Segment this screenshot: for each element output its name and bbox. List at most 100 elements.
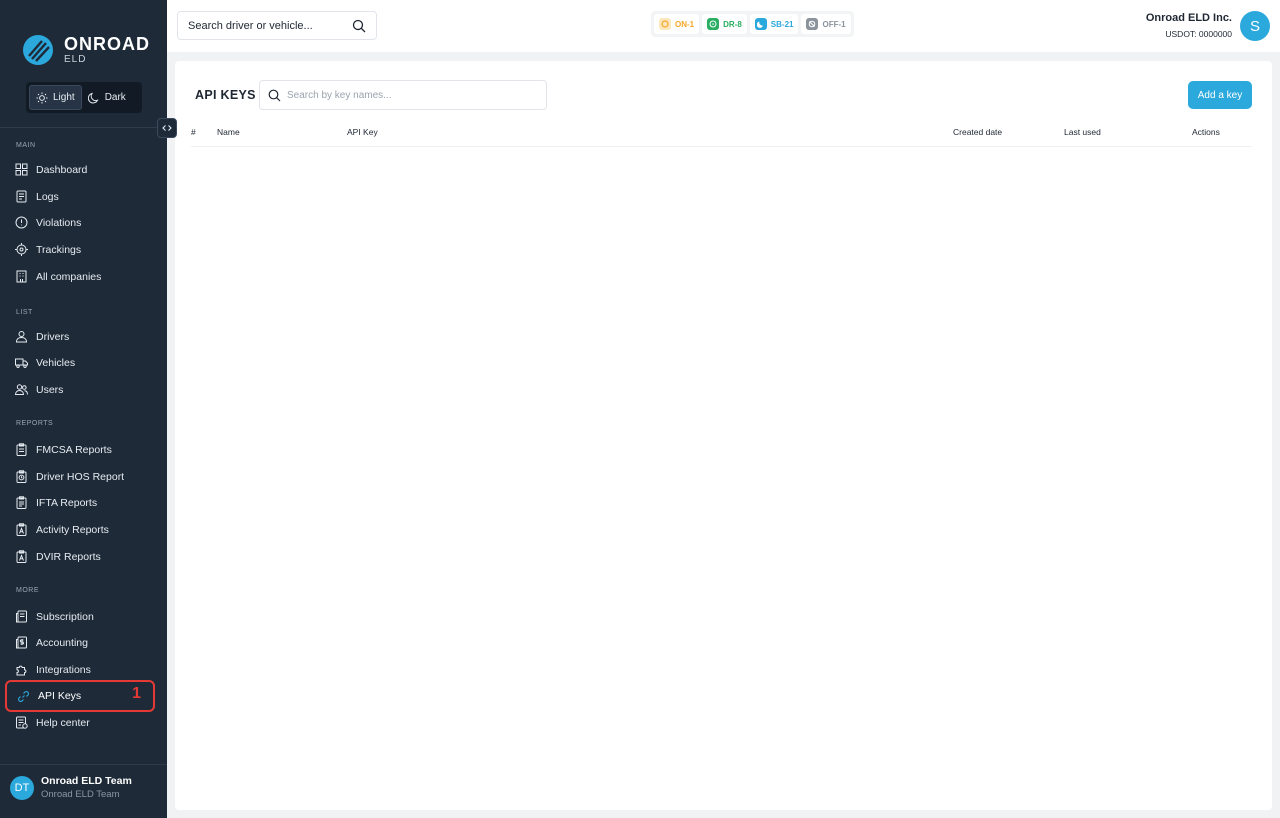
onroad-logo-icon (23, 35, 53, 65)
sidebar-item-api-keys[interactable]: API Keys 1 (5, 680, 155, 712)
topbar: ON-1 DR-8 SB-21 OFF-1 Onroad ELD Inc. US… (167, 0, 1280, 52)
user-role: Onroad ELD Team (41, 789, 120, 800)
sidebar-item-vehicles[interactable]: Vehicles (5, 349, 155, 376)
logo-sub: ELD (64, 54, 87, 65)
add-key-button[interactable]: Add a key (1188, 81, 1252, 109)
document-icon (16, 190, 27, 203)
sidebar-item-label: Help center (36, 716, 90, 729)
theme-light-button[interactable]: Light (29, 85, 82, 110)
sidebar-item-violations[interactable]: Violations (5, 209, 155, 236)
sidebar-item-label: Driver HOS Report (36, 470, 125, 483)
sidebar-item-help-center[interactable]: Help center (5, 709, 155, 736)
sidebar-item-ifta-reports[interactable]: IFTA Reports (5, 489, 155, 516)
sidebar-item-accounting[interactable]: Accounting (5, 629, 155, 656)
section-label-reports: REPORTS (16, 420, 54, 427)
section-label-more: MORE (16, 587, 39, 594)
column-header-created-date[interactable]: Created date (953, 127, 1002, 137)
moon-icon (87, 92, 99, 103)
theme-toggle: Light Dark (26, 82, 142, 113)
api-keys-card: API KEYS Add a key # Name API Key Create… (175, 61, 1272, 810)
search-icon[interactable] (352, 19, 366, 33)
column-header-api-key[interactable]: API Key (347, 127, 378, 137)
sidebar-item-logs[interactable]: Logs (5, 183, 155, 210)
sidebar-item-label: Activity Reports (36, 523, 109, 536)
status-label: ON-1 (675, 19, 695, 29)
help-document-icon (16, 716, 28, 729)
sidebar-item-label: Subscription (36, 610, 94, 623)
column-header-last-used[interactable]: Last used (1064, 127, 1101, 137)
column-header-index: # (191, 127, 196, 137)
sidebar-item-dvir-reports[interactable]: DVIR Reports (5, 543, 155, 570)
status-on-duty[interactable]: ON-1 (654, 14, 700, 34)
sun-icon (36, 92, 48, 103)
sidebar-item-label: Dashboard (36, 163, 88, 176)
status-off-duty[interactable]: OFF-1 (801, 14, 851, 34)
sidebar-item-label: DVIR Reports (36, 550, 101, 563)
company-info: Onroad ELD Inc. USDOT: 0000000 (1146, 12, 1232, 39)
theme-dark-label: Dark (104, 92, 126, 103)
logo-name: ONROAD (64, 34, 150, 54)
section-label-main: MAIN (16, 142, 36, 149)
sidebar-item-trackings[interactable]: Trackings (5, 236, 155, 263)
sidebar-item-label: Integrations (36, 663, 91, 676)
sidebar-item-label: Violations (36, 216, 82, 229)
sidebar-item-activity-reports[interactable]: Activity Reports (5, 516, 155, 543)
grid-icon (15, 163, 28, 176)
moon-icon (754, 18, 767, 30)
sidebar-item-label: Accounting (36, 636, 88, 649)
sidebar-item-integrations[interactable]: Integrations (5, 656, 155, 683)
clipboard-icon (16, 443, 27, 456)
sidebar-item-label: Trackings (36, 243, 82, 256)
status-driving[interactable]: DR-8 (702, 14, 747, 34)
sidebar-item-all-companies[interactable]: All companies (5, 263, 155, 290)
sidebar-item-drivers[interactable]: Drivers (5, 323, 155, 350)
global-search-input[interactable] (188, 19, 352, 32)
sidebar-item-label: Vehicles (36, 356, 76, 369)
sidebar-item-fmcsa-reports[interactable]: FMCSA Reports (5, 436, 155, 463)
sidebar-item-label: All companies (36, 270, 102, 283)
steering-wheel-icon (707, 18, 720, 30)
clipboard-check-icon (16, 550, 27, 563)
company-name: Onroad ELD Inc. (1145, 12, 1232, 24)
column-header-name[interactable]: Name (217, 127, 240, 137)
building-icon (16, 270, 27, 283)
user-divider (0, 764, 167, 765)
status-label: DR-8 (723, 19, 742, 29)
user-profile[interactable]: DT Onroad ELD Team Onroad ELD Team (10, 775, 132, 800)
user-name: Onroad ELD Team (41, 775, 132, 787)
company-usdot: USDOT: 0000000 (1165, 29, 1232, 39)
sidebar-item-dashboard[interactable]: Dashboard (5, 156, 155, 183)
status-label: SB-21 (770, 19, 794, 29)
account-avatar[interactable]: S (1240, 11, 1270, 41)
sidebar-item-subscription[interactable]: Subscription (5, 603, 155, 630)
sidebar-collapse-button[interactable] (157, 118, 177, 138)
power-off-icon (806, 18, 819, 30)
users-icon (15, 384, 28, 395)
section-label-list: LIST (16, 309, 33, 316)
truck-icon (15, 358, 28, 369)
on-duty-icon (659, 18, 671, 30)
sidebar-item-label: FMCSA Reports (36, 443, 112, 456)
clipboard-clock-icon (16, 470, 27, 483)
puzzle-icon (16, 665, 27, 676)
theme-light-label: Light (53, 92, 75, 103)
alert-circle-icon (15, 216, 28, 229)
accounting-icon (16, 636, 27, 649)
theme-dark-button[interactable]: Dark (82, 85, 132, 110)
clipboard-list-icon (16, 496, 27, 509)
key-search[interactable] (259, 80, 547, 110)
clipboard-a-icon (16, 523, 27, 536)
global-search[interactable] (177, 11, 377, 40)
user-avatar: DT (10, 775, 34, 800)
subscription-icon (16, 610, 27, 623)
link-icon (18, 690, 29, 702)
code-arrows-icon (162, 125, 172, 131)
logo[interactable]: ONROAD ELD (22, 34, 150, 66)
status-sleeper-berth[interactable]: SB-21 (749, 14, 799, 34)
sidebar-item-driver-hos-report[interactable]: Driver HOS Report (5, 463, 155, 490)
sidebar-item-label: Logs (36, 190, 59, 203)
key-search-input[interactable] (287, 89, 538, 101)
sidebar-item-label: API Keys (38, 690, 82, 702)
table-header: # Name API Key Created date Last used Ac… (191, 121, 1252, 147)
sidebar-item-users[interactable]: Users (5, 376, 155, 403)
